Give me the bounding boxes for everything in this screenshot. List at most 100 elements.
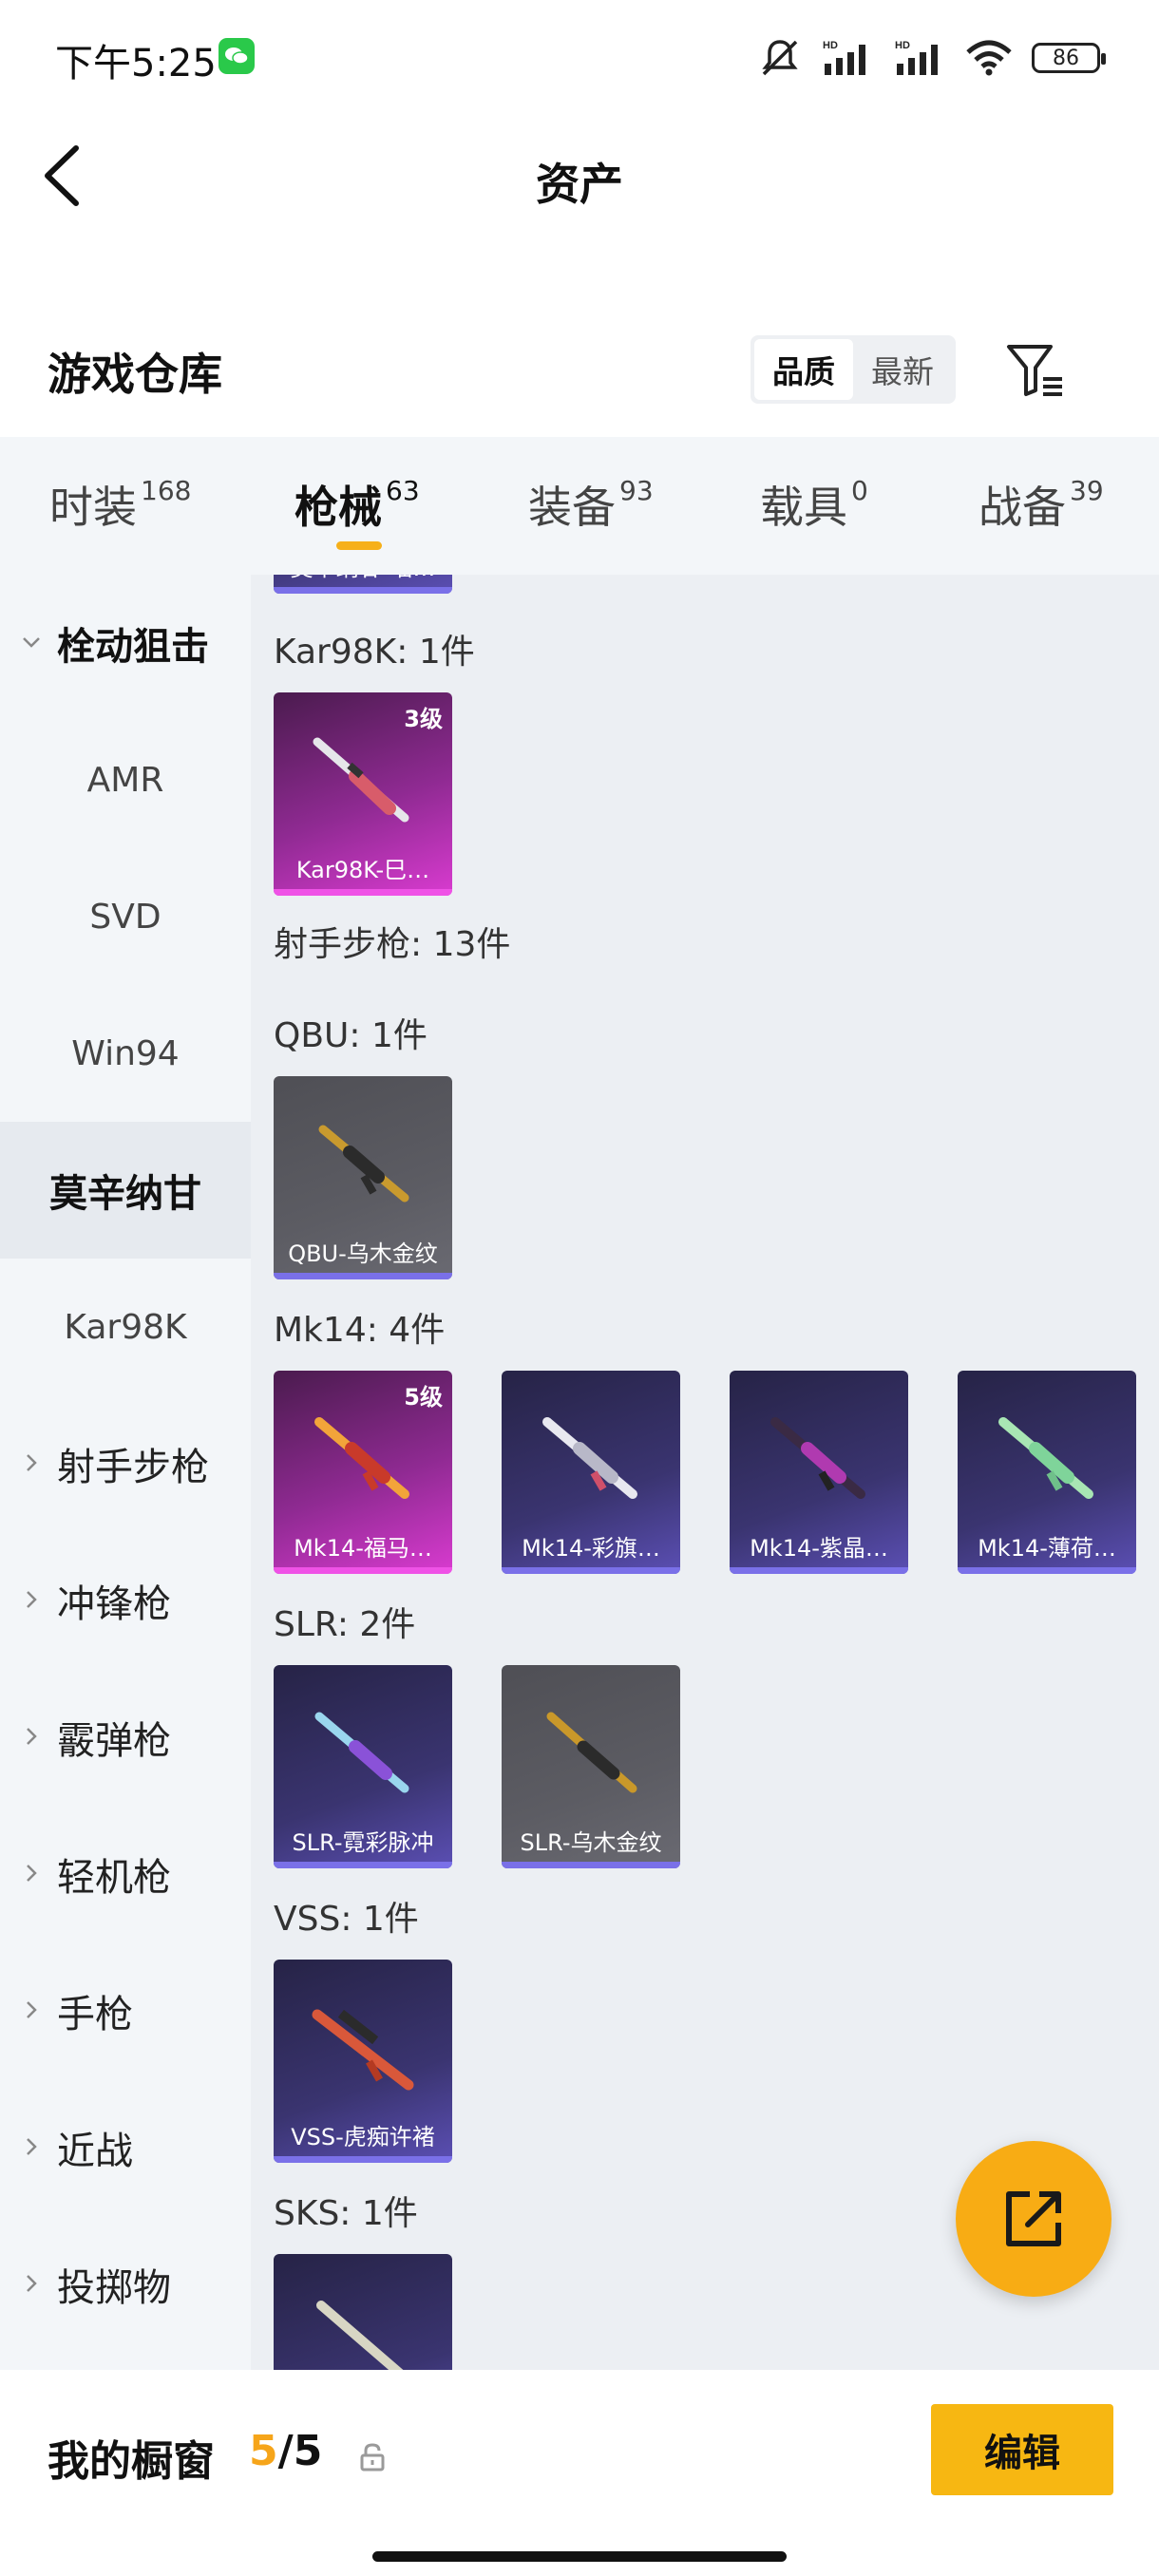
sort-quality-option[interactable]: 品质 [754,339,853,400]
share-fab-button[interactable] [956,2141,1112,2297]
rifle-icon [542,1417,637,1499]
sidebar-item-mosin-nagant[interactable]: 莫辛纳甘 [0,1122,251,1259]
chevron-right-icon [27,1591,37,1608]
rarity-bar [274,1273,452,1279]
weapon-skin-card[interactable]: VSS-虎痴许褚 [274,1960,452,2163]
signal-icon-2: HD [895,40,938,75]
rarity-bar [274,1862,452,1868]
battery-icon: 86 [1032,43,1106,73]
rarity-bar [730,1567,908,1574]
sidebar-item-lmg[interactable]: 轻机枪 [0,1806,251,1942]
sidebar-item-amr[interactable]: AMR [0,711,251,848]
mute-icon [762,40,798,76]
tab-label: 时装 [49,482,137,533]
weapon-skin-card[interactable]: 3级 Kar98K-巳… [274,692,452,896]
tab-label: 载具 [760,482,847,533]
weapon-skin-card[interactable]: QBU-乌木金纹 [274,1076,452,1279]
page-title: 资产 [536,159,623,210]
showcase-current: 5 [249,2427,278,2475]
sidebar-item-throwable[interactable]: 投掷物 [0,2216,251,2353]
tab-fashion[interactable]: 时装 168 [49,473,191,536]
rarity-bar [502,1862,680,1868]
group-label: Kar98K: 1件 [274,633,475,672]
warehouse-row: 游戏仓库 品质 最新 [0,313,1159,427]
share-export-icon [1006,2191,1061,2246]
skin-grade: 3级 [404,706,443,732]
tab-label: 装备 [528,482,616,533]
sidebar-item-shotgun[interactable]: 霰弹枪 [0,1669,251,1806]
sidebar-item-svd[interactable]: SVD [0,848,251,985]
sidebar-item-label: 霰弹枪 [57,1719,171,1763]
sidebar-item-marksman-rifle[interactable]: 射手步枪 [0,1395,251,1532]
tab-count: 168 [141,475,192,506]
wifi-icon [966,40,1012,76]
weapon-skin-card[interactable]: SLR-乌木金纹 [502,1665,680,1868]
tab-firearms[interactable]: 枪械 63 [294,473,420,536]
weapon-skin-list: 莫辛纳甘-喵… Kar98K: 1件 3级 Kar98K-巳… 射手步枪: 13… [251,575,1159,2370]
edit-button[interactable]: 编辑 [931,2404,1113,2495]
rifle-icon [314,1712,409,1793]
weapon-skin-card[interactable]: SLR-霓彩脉冲 [274,1665,452,1868]
sort-toggle: 品质 最新 [750,335,956,404]
showcase-separator: / [277,2427,294,2475]
showcase-total: 5 [293,2427,323,2475]
tab-battle-supplies[interactable]: 战备 39 [978,473,1104,536]
warehouse-title: 游戏仓库 [48,349,222,400]
rifle-icon [316,2301,404,2370]
sidebar-item-label: SVD [89,897,162,937]
tab-label: 枪械 [294,482,382,533]
skin-name: 莫辛纳甘-喵… [274,575,452,582]
signal-icon: HD [823,40,865,75]
sidebar-item-win94[interactable]: Win94 [0,985,251,1122]
weapon-skin-card[interactable]: 莫辛纳甘-喵… [274,575,452,594]
skin-name: Mk14-紫晶… [750,1535,888,1562]
rarity-bar [958,1567,1136,1574]
sidebar-item-smg[interactable]: 冲锋枪 [0,1532,251,1669]
wechat-notification-icon [218,38,255,74]
home-indicator[interactable] [372,2551,787,2562]
sidebar-item-kar98k[interactable]: Kar98K [0,1259,251,1395]
chevron-right-icon [27,1728,37,1745]
sidebar-item-label: 轻机枪 [57,1856,171,1900]
sidebar-item-label: 莫辛纳甘 [49,1172,201,1216]
skin-name: Mk14-薄荷… [978,1535,1116,1562]
status-time: 下午5:25 [55,42,217,85]
sidebar-item-label: 手枪 [57,1993,133,2036]
chevron-right-icon [27,2001,37,2018]
skin-grade: 5级 [404,1384,443,1411]
rarity-bar [274,889,452,896]
sidebar-item-label: 栓动狙击 [57,625,209,669]
weapon-skin-card[interactable]: Mk14-紫晶… [730,1371,908,1574]
filter-button[interactable] [1003,337,1070,404]
skin-name: Kar98K-巳… [295,857,430,883]
weapon-skin-card[interactable]: Mk14-薄荷… [958,1371,1136,1574]
skin-name: Mk14-福马… [294,1535,432,1562]
group-label: 射手步枪: 13件 [274,925,511,964]
sidebar-item-label: 射手步枪 [57,1446,209,1489]
chevron-down-icon [23,637,40,648]
weapon-type-sidebar: 栓动狙击 AMR SVD Win94 莫辛纳甘 Kar98K 射手步枪 冲锋枪 … [0,575,251,2370]
rifle-icon [314,1417,409,1499]
nav-header: 资产 [0,114,1159,242]
weapon-skin-card[interactable]: 5级 Mk14-福马… [274,1371,452,1574]
sidebar-item-melee[interactable]: 近战 [0,2079,251,2216]
sidebar-item-label: 投掷物 [57,2266,171,2310]
sidebar-item-bolt-action-sniper[interactable]: 栓动狙击 [0,575,251,711]
status-icons: HD HD 86 [758,36,1106,80]
tab-count: 0 [851,475,868,506]
rarity-bar [274,587,452,594]
group-label: QBU: 1件 [274,1016,428,1055]
tab-equipment[interactable]: 装备 93 [528,473,654,536]
weapon-skin-card[interactable]: Mk14-彩旗… [502,1371,680,1574]
rarity-bar [274,1567,452,1574]
sidebar-item-pistol[interactable]: 手枪 [0,1942,251,2079]
group-label: SKS: 1件 [274,2194,418,2233]
tab-vehicles[interactable]: 载具 0 [760,473,868,536]
showcase-bar: 我的橱窗 5/5 编辑 [0,2370,1159,2576]
chevron-right-icon [27,1454,37,1471]
chevron-right-icon [27,1865,37,1882]
sort-newest-option[interactable]: 最新 [853,339,952,400]
skin-name: Mk14-彩旗… [522,1535,660,1562]
svg-text:HD: HD [823,40,838,51]
weapon-skin-card[interactable] [274,2254,452,2370]
